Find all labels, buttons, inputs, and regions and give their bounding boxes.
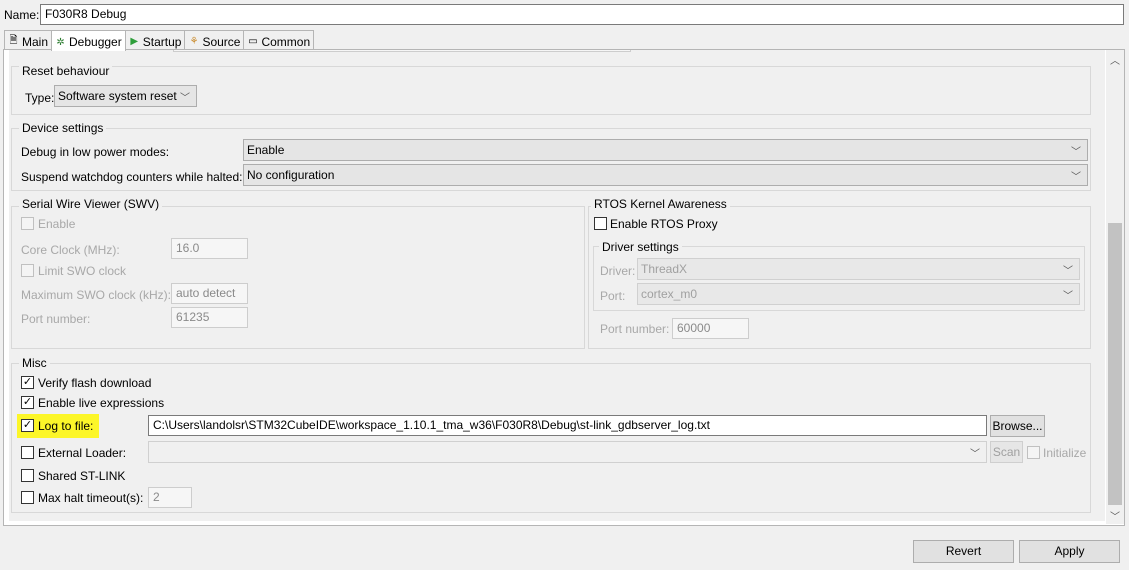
low-power-label: Debug in low power modes: [21, 145, 170, 159]
common-icon: ▭ [248, 36, 258, 47]
watchdog-label: Suspend watchdog counters while halted: [21, 170, 243, 184]
chevron-down-icon: ﹀ [180, 93, 190, 104]
external-loader-checkbox[interactable] [21, 446, 34, 459]
watchdog-select[interactable]: No configuration ﹀ [243, 164, 1088, 186]
limit-swo-checkbox[interactable] [21, 264, 34, 277]
tab-main[interactable]: 🗎 Main [4, 30, 53, 50]
reset-type-label: Type: [25, 91, 55, 105]
scroll-down-icon[interactable]: ﹀ [1106, 508, 1124, 524]
reset-type-value: Software system reset [58, 89, 177, 103]
log-to-file-label: Log to file: [38, 419, 94, 433]
name-label: Name: [4, 8, 40, 22]
tab-bar: 🗎 Main ✲ Debugger ▶ Startup ⚘ Source ▭ C… [4, 30, 315, 51]
misc-title: Misc [19, 356, 50, 370]
config-name-input[interactable]: F030R8 Debug [40, 4, 1124, 25]
driver-label: Driver: [600, 264, 636, 278]
live-expressions-checkbox[interactable]: ✓ [21, 396, 34, 409]
rtos-port-label: Port: [600, 289, 626, 303]
reset-type-select[interactable]: Software system reset ﹀ [54, 85, 197, 107]
rtos-port-select[interactable]: cortex_m0 ﹀ [637, 283, 1080, 305]
chevron-down-icon: ﹀ [1071, 172, 1081, 183]
max-swo-label: Maximum SWO clock (kHz): [21, 288, 171, 302]
swv-title: Serial Wire Viewer (SWV) [19, 197, 163, 211]
scrollbar-thumb[interactable] [1108, 223, 1122, 505]
rtos-port-value: cortex_m0 [641, 287, 698, 301]
external-loader-label: External Loader: [38, 446, 127, 460]
browse-button[interactable]: Browse... [990, 415, 1045, 437]
rtos-title: RTOS Kernel Awareness [591, 197, 730, 211]
log-to-file-checkbox[interactable]: ✓ [21, 419, 34, 432]
low-power-select[interactable]: Enable ﹀ [243, 139, 1088, 161]
initialize-label: Initialize [1043, 446, 1087, 460]
source-icon: ⚘ [189, 36, 199, 47]
chevron-down-icon: ﹀ [1071, 147, 1081, 158]
driver-value: ThreadX [641, 262, 688, 276]
tab-main-label: Main [22, 34, 49, 49]
tab-source-label: Source [202, 34, 241, 49]
debugger-icon: ✲ [56, 36, 65, 48]
max-swo-field[interactable]: auto detect [171, 283, 248, 304]
chevron-down-icon: ﹀ [970, 449, 980, 460]
shared-stlink-checkbox[interactable] [21, 469, 34, 482]
tab-debugger-label: Debugger [69, 35, 122, 49]
verify-flash-checkbox[interactable]: ✓ [21, 376, 34, 389]
low-power-value: Enable [247, 143, 285, 157]
swv-enable-checkbox[interactable] [21, 217, 34, 230]
page-icon: 🗎 [9, 35, 18, 46]
chevron-down-icon: ﹀ [1063, 266, 1073, 277]
log-path-field[interactable]: C:\Users\landolsr\STM32CubeIDE\workspace… [148, 415, 987, 436]
apply-button[interactable]: Apply [1019, 540, 1120, 563]
driver-title: Driver settings [599, 240, 682, 254]
shared-stlink-label: Shared ST-LINK [38, 469, 126, 483]
swv-port-label: Port number: [21, 312, 91, 326]
swv-enable-label: Enable [38, 217, 76, 231]
limit-swo-label: Limit SWO clock [38, 264, 127, 278]
max-halt-field[interactable]: 2 [148, 487, 192, 508]
revert-button[interactable]: Revert [913, 540, 1014, 563]
scan-button[interactable]: Scan [990, 441, 1023, 463]
play-icon: ▶ [130, 36, 139, 47]
scroll-content: Reset behaviour Type: Software system re… [9, 50, 1105, 521]
external-loader-select[interactable]: ﹀ [148, 441, 987, 463]
initialize-checkbox[interactable] [1027, 446, 1040, 459]
device-title: Device settings [19, 121, 107, 135]
tab-startup[interactable]: ▶ Startup [124, 30, 186, 50]
core-clock-field[interactable]: 16.0 [171, 238, 248, 259]
rtos-port-number-label: Port number: [600, 322, 670, 336]
reset-title: Reset behaviour [19, 64, 113, 78]
tab-common[interactable]: ▭ Common [243, 30, 315, 50]
live-expressions-label: Enable live expressions [38, 396, 165, 410]
watchdog-value: No configuration [247, 168, 335, 182]
clipped-field [173, 50, 631, 52]
tab-source[interactable]: ⚘ Source [184, 30, 245, 50]
tab-debugger[interactable]: ✲ Debugger [51, 30, 126, 51]
name-row: Name: F030R8 Debug [0, 4, 1129, 26]
rtos-port-number-field[interactable]: 60000 [672, 318, 749, 339]
tab-common-label: Common [261, 34, 311, 49]
rtos-proxy-label: Enable RTOS Proxy [610, 217, 718, 231]
tab-startup-label: Startup [142, 34, 182, 49]
scroll-up-icon[interactable]: ︿ [1106, 52, 1124, 68]
max-halt-checkbox[interactable] [21, 491, 34, 504]
swv-port-field[interactable]: 61235 [171, 307, 248, 328]
chevron-down-icon: ﹀ [1063, 291, 1073, 302]
driver-select[interactable]: ThreadX ﹀ [637, 258, 1080, 280]
verify-flash-label: Verify flash download [38, 376, 152, 390]
core-clock-label: Core Clock (MHz): [21, 243, 120, 257]
vertical-scrollbar[interactable]: ︿ ﹀ [1106, 50, 1124, 524]
rtos-proxy-checkbox[interactable] [594, 217, 607, 230]
max-halt-label: Max halt timeout(s): [38, 491, 144, 505]
